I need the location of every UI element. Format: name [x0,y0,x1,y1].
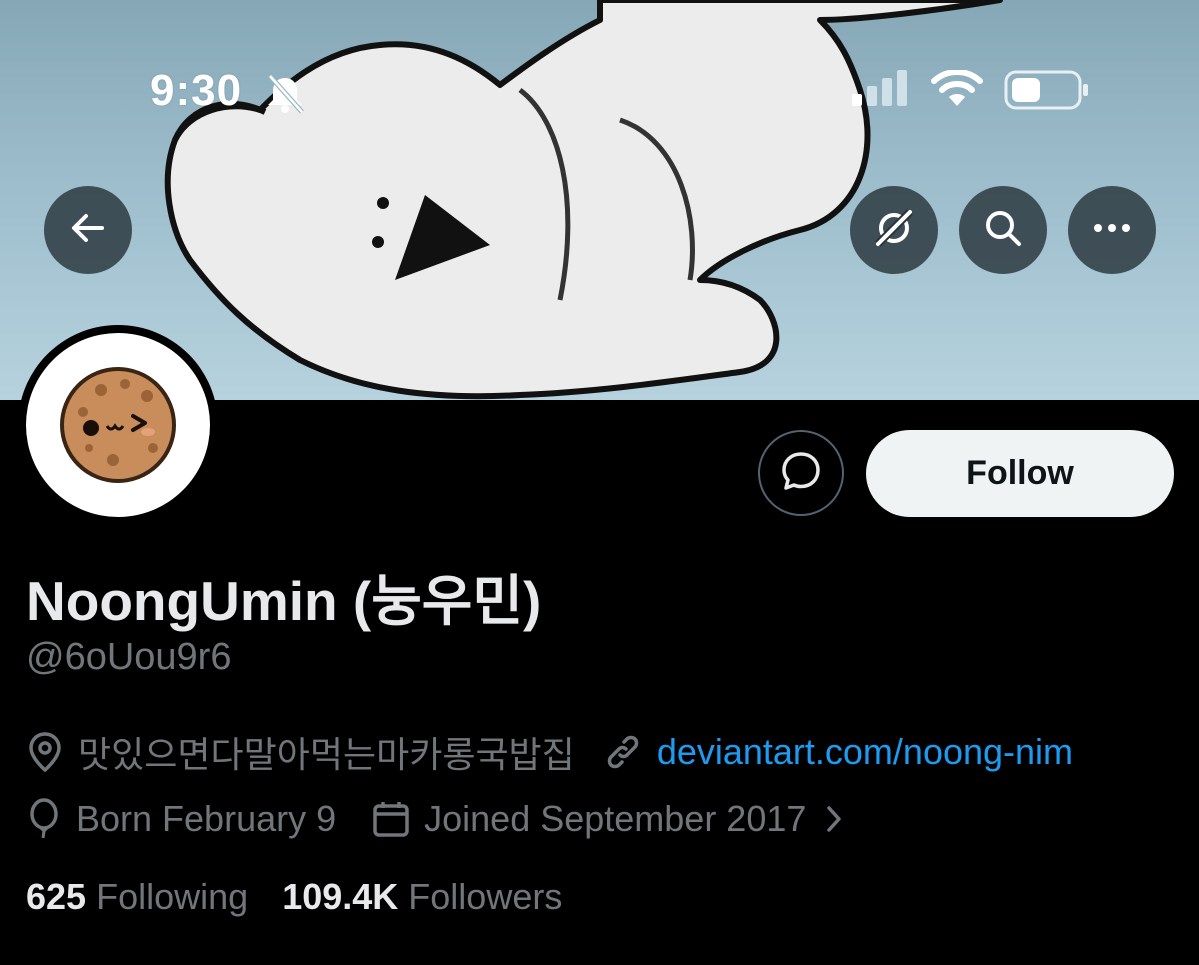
following-stat[interactable]: 625 Following [26,876,248,917]
avatar[interactable] [26,333,210,517]
more-button[interactable] [1068,186,1156,274]
chevron-right-icon[interactable] [824,804,844,834]
location-text: 맛있으면다말아먹는마카롱국밥집 [78,734,575,775]
joined-date-text[interactable]: Joined September 2017 [424,798,806,840]
website-link[interactable]: deviantart.com/noong-nim [657,731,1073,773]
birthday-balloon-icon [26,798,62,840]
following-count: 625 [26,876,87,917]
calendar-icon [372,800,410,838]
profile-meta-location-row: 맛있으면다말아먹는마카롱국밥집 deviantart.com/noong-nim [26,726,1073,778]
battery-icon [1004,70,1090,115]
search-button[interactable] [959,186,1047,274]
display-name: NoongUmin (눙우민) [26,570,542,632]
status-time: 9:30 [150,66,243,115]
user-handle: @6oUou9r6 [26,636,232,678]
cellular-signal-icon [850,70,912,111]
followers-count: 109.4K [282,876,399,917]
profile-meta-dates-row: Born February 9 Joined September 2017 [26,798,858,840]
more-icon [1092,221,1132,239]
profile-banner[interactable]: 9:30 [0,0,1199,400]
follow-button[interactable]: Follow [866,430,1174,517]
location-pin-icon [26,731,64,773]
message-bubble-icon [779,449,823,498]
silent-mode-icon [264,74,306,119]
followers-label: Followers [408,876,563,917]
grok-button[interactable] [850,186,938,274]
back-button[interactable] [44,186,132,274]
birthday-text: Born February 9 [76,798,337,839]
search-icon [981,206,1025,255]
message-button[interactable] [758,430,844,516]
avatar-frame[interactable] [18,325,218,525]
follow-stats: 625 Following 109.4K Followers [26,876,562,918]
grok-icon [872,206,916,255]
following-label: Following [96,876,249,917]
link-icon [603,732,643,772]
cookie-avatar-image [60,367,176,483]
back-arrow-icon [68,208,108,253]
wifi-icon [930,69,984,113]
followers-stat[interactable]: 109.4K Followers [282,876,562,917]
